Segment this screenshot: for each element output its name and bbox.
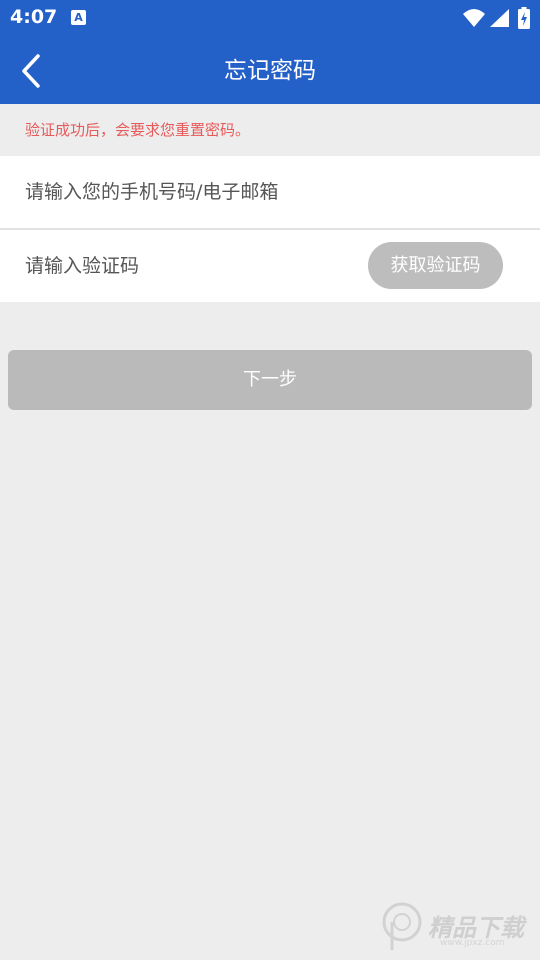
app-bar: 忘记密码 xyxy=(0,38,540,104)
account-input[interactable] xyxy=(25,170,515,214)
notification-icon: A xyxy=(71,10,86,25)
status-bar: 4:07 A xyxy=(0,0,540,38)
get-code-button[interactable]: 获取验证码 xyxy=(368,242,503,289)
hint-banner: 验证成功后，会要求您重置密码。 xyxy=(0,104,540,156)
next-button[interactable]: 下一步 xyxy=(8,350,532,410)
code-field-row: 获取验证码 xyxy=(0,230,540,302)
watermark: 精品下载 www.jpxz.com xyxy=(380,900,530,952)
watermark-url: www.jpxz.com xyxy=(440,938,505,948)
wifi-icon xyxy=(463,9,485,27)
verification-code-input[interactable] xyxy=(25,244,355,288)
page-title: 忘记密码 xyxy=(224,58,316,84)
signal-icon xyxy=(490,9,509,27)
status-time: 4:07 xyxy=(10,6,58,28)
account-field-row xyxy=(0,156,540,228)
watermark-logo-icon xyxy=(382,902,422,950)
hint-text: 验证成功后，会要求您重置密码。 xyxy=(25,121,251,139)
battery-icon xyxy=(518,7,530,29)
